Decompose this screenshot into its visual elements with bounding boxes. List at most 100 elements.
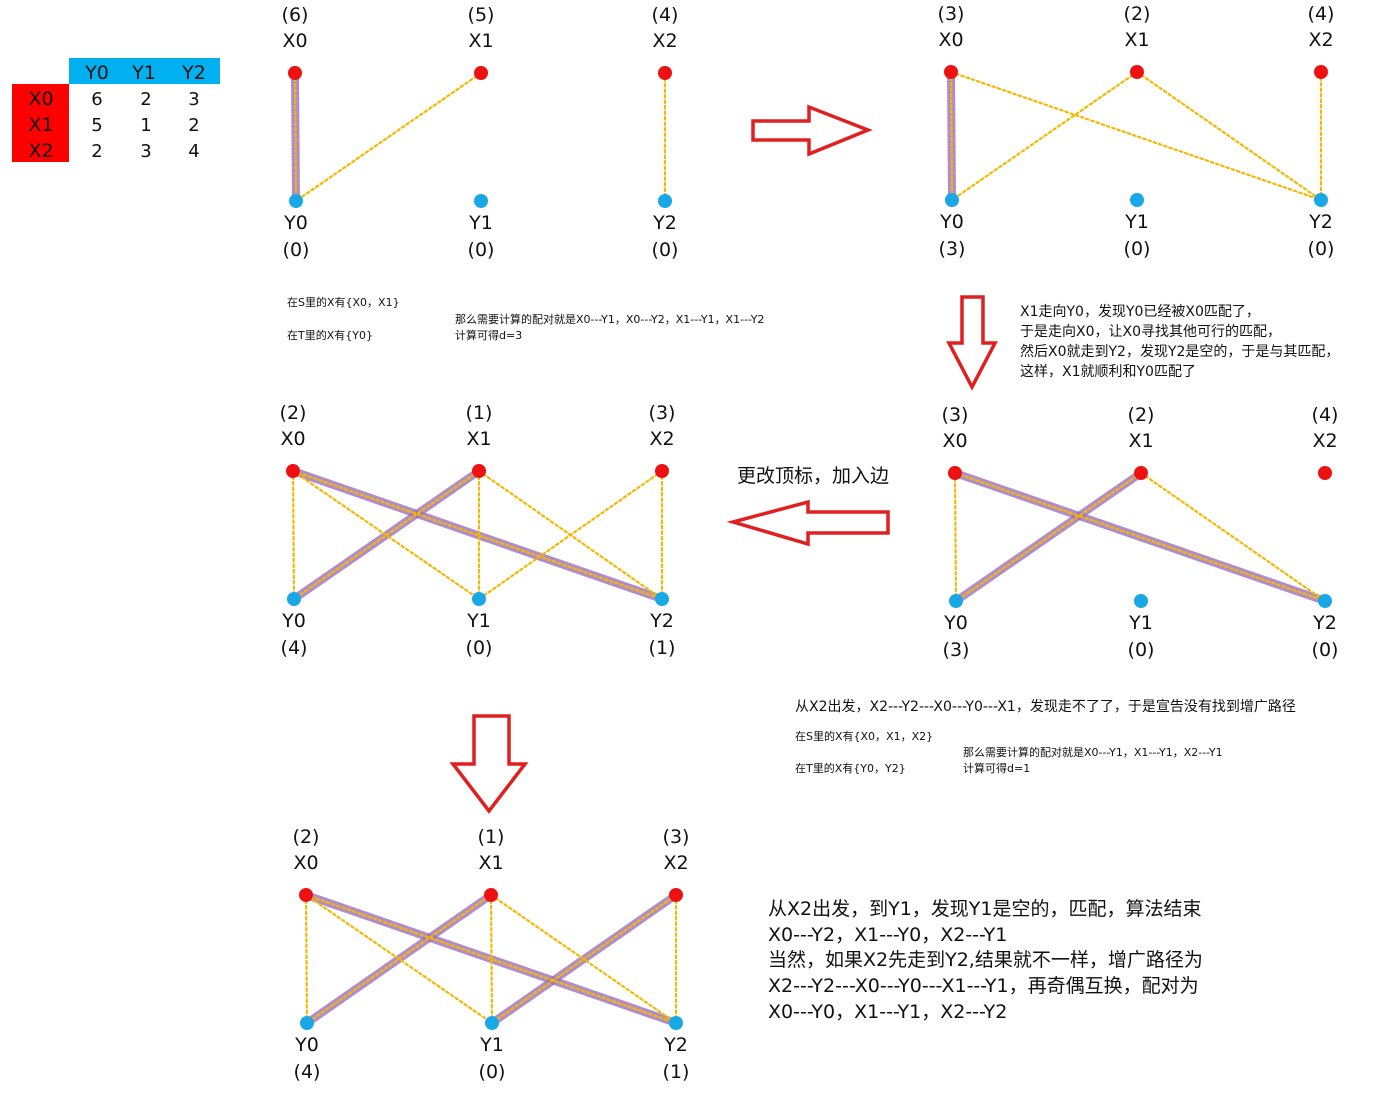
y-vertex-node [289, 194, 303, 208]
x-vertex-label-value: (2) [280, 402, 307, 424]
y-vertex-label-value: (4) [281, 637, 308, 659]
down-arrow [449, 714, 529, 814]
note-pairs: 那么需要计算的配对就是X0---Y1，X0---Y2，X1---Y1，X1---… [455, 312, 764, 326]
note-t-set: 在T里的X有{Y0} [287, 328, 373, 342]
y-vertex-name: Y1 [468, 212, 493, 234]
y-vertex-node [655, 592, 669, 606]
equality-edge [291, 469, 664, 601]
note-t-set: 在T里的X有{Y0，Y2} [795, 761, 906, 775]
y-vertex-node [949, 594, 963, 608]
table-cell: 2 [91, 141, 102, 162]
y-vertex-node [485, 1016, 499, 1030]
table-col-header: Y0 [84, 62, 109, 84]
table-row-label: X2 [28, 140, 53, 162]
x-vertex-name: X1 [1128, 430, 1153, 452]
table-cell: 5 [91, 115, 102, 136]
x-vertex-name: X2 [652, 30, 677, 52]
equality-edge [1135, 70, 1323, 202]
equality-edge [1139, 471, 1327, 603]
y-vertex-label-value: (3) [943, 639, 970, 661]
note-final-text: X0---Y2，X1---Y0，X2---Y1 [768, 924, 1007, 946]
y-vertex-name: Y1 [466, 610, 491, 632]
x-vertex-node [655, 464, 669, 478]
y-vertex-node [669, 1016, 683, 1030]
y-vertex-label-value: (0) [468, 239, 495, 261]
x-vertex-label-value: (4) [1312, 404, 1339, 426]
table-cell: 2 [188, 115, 199, 136]
table-col-header: Y1 [131, 62, 156, 84]
y-vertex-name: Y2 [1308, 211, 1333, 233]
x-vertex-label-value: (3) [938, 3, 965, 25]
x-vertex-name: X2 [649, 428, 674, 450]
note-delta: 计算可得d=3 [455, 328, 522, 342]
note-step-text: 从X2出发，X2---Y2---X0---Y0---X1，发现走不了了，于是宣告… [795, 699, 1296, 715]
right-arrow [751, 104, 873, 157]
note-step-text: X1走向Y0，发现Y0已经被X0匹配了， [1020, 304, 1260, 320]
x-vertex-label-value: (2) [1124, 3, 1151, 25]
note-s-set: 在S里的X有{X0，X1} [287, 295, 400, 309]
y-vertex-label-value: (0) [283, 239, 310, 261]
x-vertex-label-value: (1) [478, 826, 505, 848]
note-pairs: 那么需要计算的配对就是X0---Y1，X1---Y1，X2---Y1 [963, 745, 1223, 759]
table-col-header: Y2 [181, 62, 206, 84]
left-arrow [726, 499, 890, 547]
x-vertex-node [286, 464, 300, 478]
y-vertex-name: Y1 [479, 1034, 504, 1056]
hungarian-algorithm-diagram: Y0 Y1 Y2 X0 X1 X2 6 2 3 5 1 2 2 3 4 (6) X… [12, 3, 1339, 1083]
y-vertex-label-value: (0) [1128, 639, 1155, 661]
x-vertex-node [299, 888, 313, 902]
x-vertex-label-value: (2) [1128, 404, 1155, 426]
y-vertex-node [1134, 594, 1148, 608]
x-vertex-name: X0 [942, 430, 967, 452]
y-vertex-name: Y1 [1128, 612, 1153, 634]
note-step-text: 然后X0就走到Y2，发现Y2是空的，于是与其匹配， [1020, 343, 1339, 360]
equality-edge [291, 469, 296, 601]
x-vertex-node [944, 65, 958, 79]
x-vertex-node [948, 466, 962, 480]
equality-edge [950, 70, 1139, 202]
bipartite-graph: (6) X0 Y0 (0) (5) X1 Y1 (0) (4) X2 Y2 (0) [282, 4, 679, 261]
y-vertex-node [1314, 193, 1328, 207]
y-vertex-label-value: (4) [294, 1061, 321, 1083]
x-vertex-node [669, 888, 683, 902]
y-vertex-name: Y0 [281, 610, 306, 632]
x-vertex-name: X2 [1308, 29, 1333, 51]
y-vertex-name: Y0 [294, 1034, 319, 1056]
x-vertex-node [474, 66, 488, 80]
y-vertex-node [287, 592, 301, 606]
bipartite-graph: (3) X0 Y0 (3) (2) X1 Y1 (0) (4) X2 Y2 (0) [942, 404, 1339, 661]
y-vertex-name: Y0 [943, 612, 968, 634]
equality-edge [949, 70, 1323, 202]
x-vertex-node [1130, 65, 1144, 79]
x-vertex-label-value: (6) [282, 4, 309, 26]
y-vertex-name: Y2 [663, 1034, 688, 1056]
x-vertex-name: X0 [280, 428, 305, 450]
note-step-text: 于是走向X0，让X0寻找其他可行的匹配， [1020, 324, 1281, 340]
x-vertex-label-value: (3) [649, 402, 676, 424]
note-change-labels: 更改顶标，加入边 [737, 465, 889, 487]
y-vertex-name: Y2 [652, 212, 677, 234]
bipartite-graph: (2) X0 Y0 (4) (1) X1 Y1 (0) (3) X2 Y2 (1) [293, 826, 690, 1083]
x-vertex-name: X1 [1124, 29, 1149, 51]
down-arrow [946, 295, 998, 391]
equality-edge [304, 893, 309, 1025]
equality-edge [294, 71, 483, 203]
x-vertex-node [1134, 466, 1148, 480]
y-vertex-node [658, 194, 672, 208]
y-vertex-label-value: (1) [649, 637, 676, 659]
y-vertex-node [1130, 193, 1144, 207]
table-cell: 2 [140, 89, 151, 110]
note-final-text: 当然，如果X2先走到Y2,结果就不一样，增广路径为 [768, 949, 1203, 971]
y-vertex-name: Y2 [649, 610, 674, 632]
y-vertex-label-value: (0) [1308, 238, 1335, 260]
note-final-text: 从X2出发，到Y1，发现Y1是空的，匹配，算法结束 [768, 898, 1202, 920]
note-final-text: X0---Y0，X1---Y1，X2---Y2 [768, 1001, 1007, 1023]
y-vertex-name: Y2 [1312, 612, 1337, 634]
x-vertex-node [658, 66, 672, 80]
x-vertex-node [1318, 466, 1332, 480]
table-row-label: X0 [28, 88, 53, 110]
y-vertex-label-value: (0) [1312, 639, 1339, 661]
x-vertex-label-value: (1) [466, 402, 493, 424]
x-vertex-name: X0 [938, 29, 963, 51]
x-vertex-label-value: (4) [652, 4, 679, 26]
